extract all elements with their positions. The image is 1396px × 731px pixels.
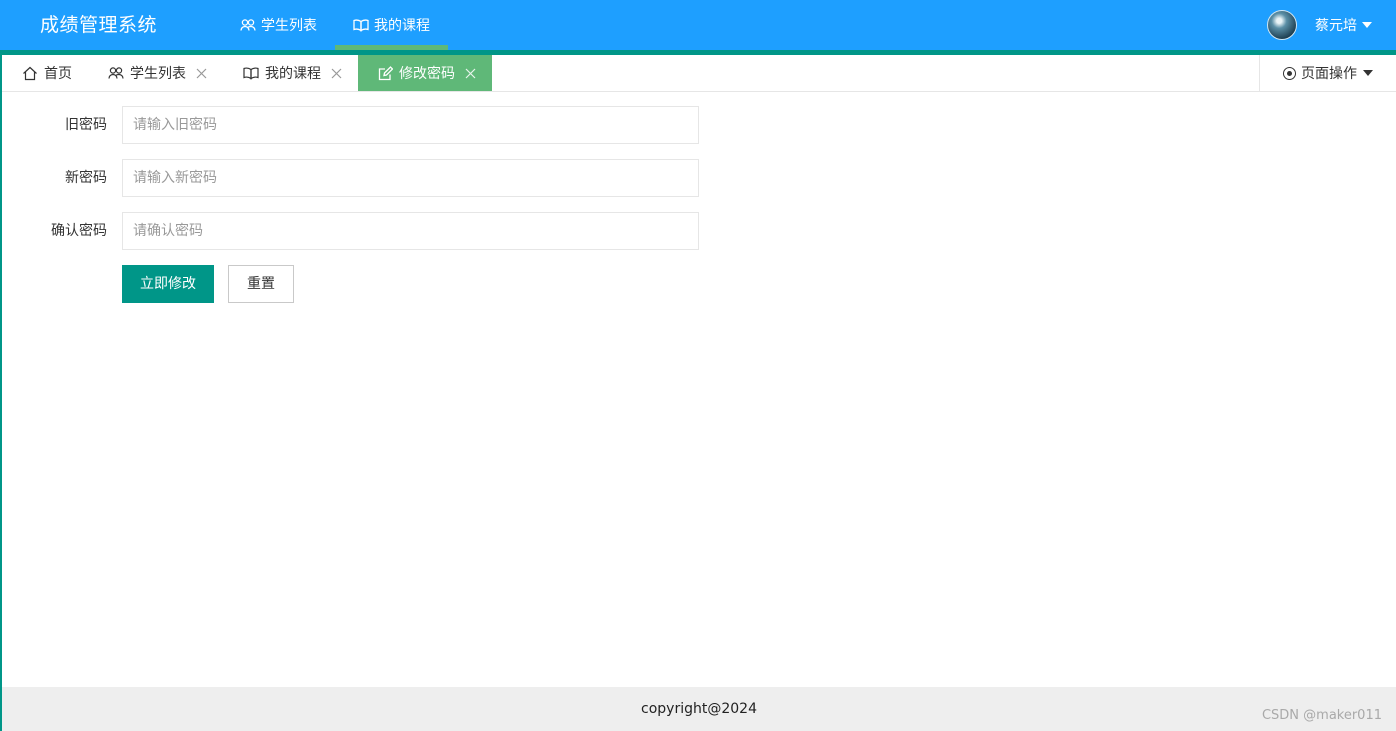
topnav-item-students[interactable]: 学生列表 — [222, 0, 335, 50]
users-icon — [108, 66, 124, 80]
old-password-input[interactable] — [122, 106, 699, 144]
top-nav: 学生列表 我的课程 — [222, 0, 448, 50]
old-password-label: 旧密码 — [65, 117, 107, 133]
new-password-row: 新密码 — [2, 159, 702, 197]
tab-list: 首页 学生列表 我的课程 修改密码 — [2, 55, 492, 91]
users-icon — [240, 18, 256, 32]
close-icon[interactable] — [465, 68, 476, 79]
tab-change-password[interactable]: 修改密码 — [358, 55, 492, 91]
left-accent-bar — [0, 55, 2, 731]
home-icon — [22, 66, 38, 81]
old-password-row: 旧密码 — [2, 106, 702, 144]
new-password-input[interactable] — [122, 159, 699, 197]
close-icon[interactable] — [196, 68, 207, 79]
form-actions: 立即修改 重置 — [2, 265, 702, 303]
tab-label: 首页 — [44, 66, 72, 82]
avatar[interactable] — [1267, 10, 1297, 40]
page-operations-button[interactable]: 页面操作 — [1259, 55, 1396, 91]
top-header: 成绩管理系统 学生列表 我的课程 蔡元培 — [0, 0, 1396, 50]
user-menu[interactable]: 蔡元培 — [1267, 0, 1372, 50]
edit-icon — [378, 65, 393, 81]
topnav-item-courses[interactable]: 我的课程 — [335, 0, 448, 50]
tab-home[interactable]: 首页 — [2, 55, 88, 91]
chevron-down-icon — [1362, 22, 1372, 28]
tab-label: 修改密码 — [399, 66, 455, 82]
confirm-password-row: 确认密码 — [2, 212, 702, 250]
topnav-label: 学生列表 — [261, 18, 317, 34]
tab-label: 我的课程 — [265, 66, 321, 82]
tab-courses[interactable]: 我的课程 — [223, 55, 358, 91]
book-icon — [243, 66, 259, 80]
copyright-text: copyright@2024 — [641, 701, 757, 717]
new-password-label: 新密码 — [65, 170, 107, 186]
page-ops-label: 页面操作 — [1301, 66, 1357, 82]
target-icon — [1283, 66, 1296, 80]
tab-label: 学生列表 — [130, 66, 186, 82]
footer: copyright@2024 — [2, 687, 1396, 731]
reset-button[interactable]: 重置 — [228, 265, 294, 303]
app-window: 成绩管理系统 学生列表 我的课程 蔡元培 首页 学生列表 我的课程 修改密码 页… — [0, 0, 1396, 731]
user-name: 蔡元培 — [1315, 18, 1357, 34]
confirm-password-label: 确认密码 — [51, 223, 107, 239]
chevron-down-icon — [1363, 70, 1373, 76]
submit-button[interactable]: 立即修改 — [122, 265, 214, 303]
app-logo: 成绩管理系统 — [40, 14, 158, 36]
tab-students[interactable]: 学生列表 — [88, 55, 223, 91]
watermark: CSDN @maker011 — [1261, 708, 1382, 723]
topnav-label: 我的课程 — [374, 18, 430, 34]
close-icon[interactable] — [331, 68, 342, 79]
book-icon — [353, 18, 369, 32]
confirm-password-input[interactable] — [122, 212, 699, 250]
tab-bar: 首页 学生列表 我的课程 修改密码 页面操作 — [2, 55, 1396, 92]
